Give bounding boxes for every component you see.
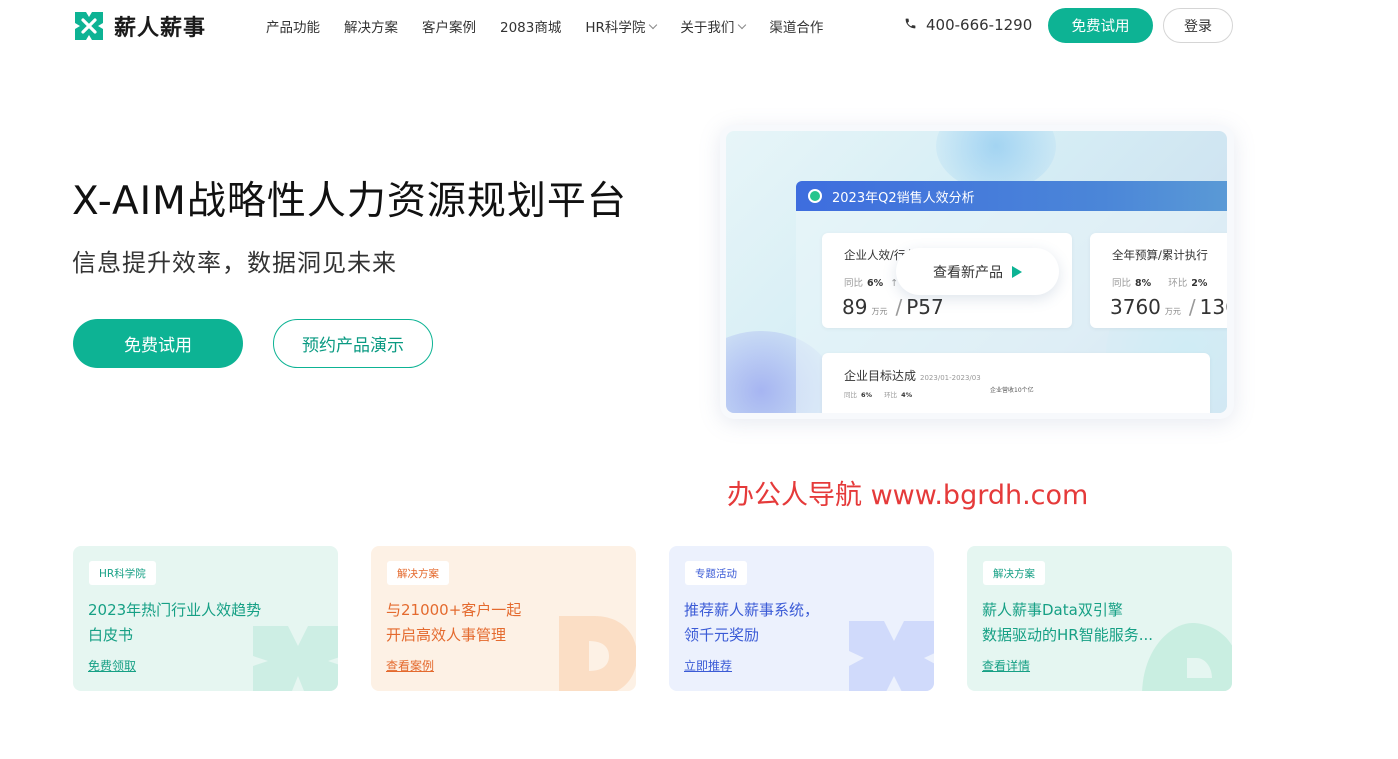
kpi-meta-value: 6% — [861, 391, 873, 399]
kpi-meta-label: 环比 — [884, 391, 898, 399]
view-new-product-button[interactable]: 查看新产品 — [896, 248, 1059, 295]
card-link-view-cases[interactable]: 查看案例 — [386, 657, 434, 674]
card-title: 与21000+客户一起 开启高效人事管理 — [386, 598, 606, 648]
kpi-number: 3760 — [1110, 295, 1161, 319]
kpi-title: 企业目标达成 2023/01-2023/03 — [844, 367, 981, 384]
dashboard-title: 2023年Q2销售人效分析 — [832, 190, 975, 206]
dashboard-canvas: 2023年Q2销售人效分析 企业人效/行业均值 同比 6% ↑ 89 万元 / P57 … — [726, 131, 1227, 413]
play-icon — [1012, 265, 1022, 278]
kpi-meta-value: 6% — [867, 278, 884, 289]
hero-subtitle: 信息提升效率，数据洞见未来 — [72, 249, 397, 277]
card-link-refer-now[interactable]: 立即推荐 — [684, 657, 732, 674]
kpi-meta-value: 4% — [901, 391, 913, 399]
kpi-unit: 万元 — [871, 307, 888, 316]
kpi-title: 全年预算/累计执行 — [1112, 248, 1208, 262]
kpi-compare: P57 — [906, 295, 944, 319]
book-demo-button[interactable]: 预约产品演示 — [273, 319, 433, 368]
kpi-compare: 1360 — [1199, 295, 1227, 319]
phone-number: 400-666-1290 — [926, 16, 1033, 34]
card-title-line: 领千元奖励 — [684, 626, 760, 644]
watermark-text: 办公人导航 www.bgrdh.com — [727, 480, 1089, 511]
main-menu: 产品功能 解决方案 客户案例 2083商城 HR科学院 关于我们 渠道合作 — [266, 16, 847, 36]
kpi-meta-label: 环比 — [1168, 278, 1188, 289]
card-title-line: 与21000+客户一起 — [386, 601, 522, 619]
menu-item-cases[interactable]: 客户案例 — [422, 16, 476, 36]
hero-title: X-AIM战略性人力资源规划平台 — [72, 179, 627, 224]
card-title-line: 2023年热门行业人效趋势 — [88, 601, 262, 619]
kpi-unit: 万元 — [1164, 307, 1181, 316]
card-tag: 解决方案 — [983, 561, 1045, 585]
menu-label: 解决方案 — [344, 20, 398, 36]
menu-item-about[interactable]: 关于我们 — [680, 16, 747, 36]
menu-item-solutions[interactable]: 解决方案 — [344, 16, 398, 36]
kpi-meta-value: 8% — [1135, 278, 1152, 289]
kpi-title-text: 企业目标达成 — [844, 369, 917, 383]
menu-item-hr-academy[interactable]: HR科学院 — [585, 16, 658, 36]
phone-icon — [904, 16, 926, 34]
kpi-meta-label: 同比 — [844, 278, 864, 289]
menu-item-channel[interactable]: 渠道合作 — [769, 16, 823, 36]
logo[interactable]: 薪人薪事 — [72, 9, 206, 43]
dashboard-header: 2023年Q2销售人效分析 — [796, 181, 1227, 211]
menu-label: 渠道合作 — [769, 20, 824, 36]
free-trial-button[interactable]: 免费试用 — [73, 319, 243, 368]
card-tag: 专题活动 — [685, 561, 747, 585]
chart-icon — [808, 189, 822, 203]
kpi-meta: 同比 8% 环比 2% — [1112, 275, 1207, 289]
kpi-card-goal: 企业目标达成 2023/01-2023/03 同比 6% 环比 4% 企业营收10个亿 — [822, 353, 1210, 413]
card-title-line: 白皮书 — [88, 626, 134, 644]
login-button[interactable]: 登录 — [1163, 8, 1233, 43]
promo-card-referral[interactable]: 专题活动 推荐薪人薪事系统， 领千元奖励 立即推荐 — [669, 546, 934, 691]
kpi-meta: 同比 6% 环比 4% — [844, 389, 912, 399]
card-title-line: 薪人薪事Data双引擎 — [982, 601, 1123, 619]
logo-icon — [72, 9, 106, 43]
kpi-side-label: 企业营收10个亿 — [990, 387, 1034, 394]
menu-item-mall[interactable]: 2083商城 — [500, 16, 561, 36]
kpi-number: 89 — [842, 295, 868, 319]
card-link-view-details[interactable]: 查看详情 — [982, 657, 1030, 674]
card-link-free-download[interactable]: 免费领取 — [88, 657, 136, 674]
kpi-card-budget: 全年预算/累计执行 同比8% 环比2% 3760万元/1360 — [1090, 233, 1227, 328]
card-title-line: 开启高效人事管理 — [386, 626, 507, 644]
view-new-product-label: 查看新产品 — [933, 264, 1003, 281]
card-title-line: 数据驱动的HR智能服务... — [982, 626, 1154, 644]
kpi-value: 3760万元/1360 — [1110, 295, 1227, 319]
card-tag: HR科学院 — [89, 561, 156, 585]
menu-label: 产品功能 — [266, 20, 320, 36]
menu-label: 客户案例 — [422, 20, 476, 36]
kpi-range: 2023/01-2023/03 — [920, 374, 981, 382]
menu-item-products[interactable]: 产品功能 — [266, 16, 320, 36]
kpi-meta-value: 2% — [1191, 278, 1208, 289]
dashboard-body: 企业人效/行业均值 同比 6% ↑ 89 万元 / P57 全年预算/累计执行 同比 8%… — [796, 211, 1227, 413]
dashboard-preview: 2023年Q2销售人效分析 企业人效/行业均值 同比 6% ↑ 89 万元 / P57 … — [720, 125, 1234, 419]
kpi-meta: 同比 6% ↑ — [844, 275, 898, 289]
promo-card-whitepaper[interactable]: HR科学院 2023年热门行业人效趋势 白皮书 免费领取 — [73, 546, 338, 691]
chevron-down-icon — [738, 20, 747, 29]
card-title: 2023年热门行业人效趋势 白皮书 — [88, 598, 308, 648]
menu-label: 2083商城 — [500, 20, 562, 36]
menu-label: HR科学院 — [585, 20, 646, 36]
card-tag: 解决方案 — [387, 561, 449, 585]
kpi-meta-label: 同比 — [844, 391, 857, 399]
kpi-value: 89 万元 / P57 — [842, 295, 944, 319]
chevron-down-icon — [649, 20, 658, 29]
logo-text: 薪人薪事 — [114, 16, 207, 41]
free-trial-nav-button[interactable]: 免费试用 — [1048, 8, 1153, 43]
top-nav: 薪人薪事 产品功能 解决方案 客户案例 2083商城 HR科学院 关于我们 渠道… — [0, 0, 1398, 52]
kpi-meta-label: 同比 — [1112, 278, 1132, 289]
card-title: 薪人薪事Data双引擎 数据驱动的HR智能服务... — [982, 598, 1202, 648]
card-title: 推荐薪人薪事系统， 领千元奖励 — [684, 598, 904, 648]
card-title-line: 推荐薪人薪事系统， — [684, 601, 820, 619]
promo-card-customers[interactable]: 解决方案 与21000+客户一起 开启高效人事管理 查看案例 — [371, 546, 636, 691]
promo-card-data-engine[interactable]: 解决方案 薪人薪事Data双引擎 数据驱动的HR智能服务... 查看详情 — [967, 546, 1232, 691]
phone-contact[interactable]: 400-666-1290 — [904, 16, 1032, 34]
menu-label: 关于我们 — [680, 20, 735, 36]
